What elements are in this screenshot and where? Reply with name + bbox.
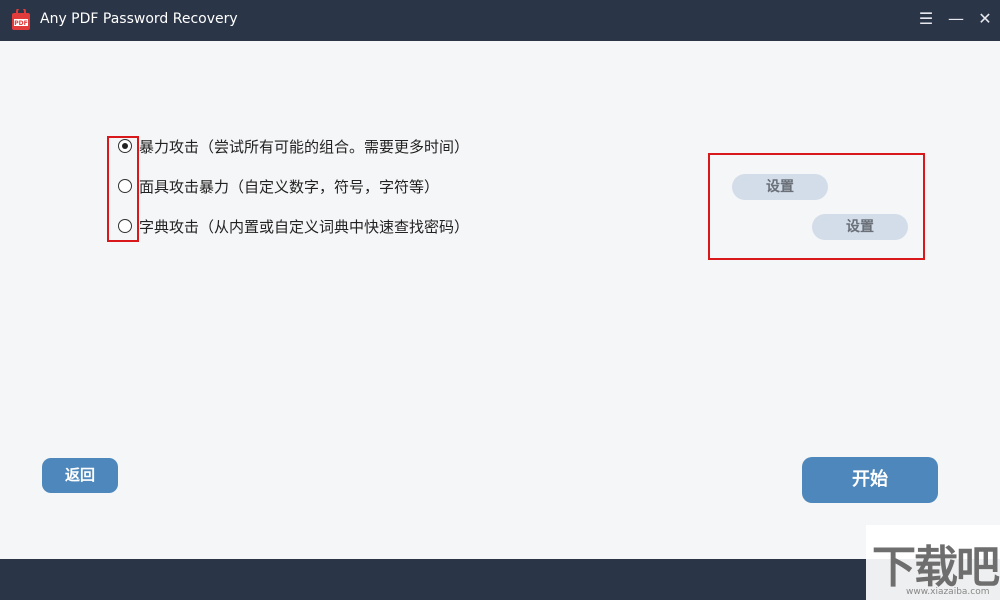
watermark: 下载吧 www.xiazaiba.com [866, 525, 1000, 600]
window-title: Any PDF Password Recovery [40, 11, 238, 27]
start-button[interactable]: 开始 [802, 457, 938, 503]
radio-highlight-box [107, 136, 139, 242]
option-dictionary-attack-label[interactable]: 字典攻击（从内置或自定义词典中快速查找密码） [139, 216, 469, 237]
option-mask-attack[interactable]: 面具攻击暴力（自定义数字，符号，字符等） [118, 174, 439, 198]
minimize-icon[interactable]: — [944, 8, 968, 32]
pdf-lock-icon: PDF [12, 9, 30, 30]
option-mask-attack-label[interactable]: 面具攻击暴力（自定义数字，符号，字符等） [139, 176, 439, 197]
mask-settings-button[interactable]: 设置 [732, 174, 828, 200]
watermark-sub: www.xiazaiba.com [906, 587, 990, 597]
settings-highlight-box [708, 153, 925, 260]
watermark-main: 下载吧 [872, 542, 1000, 593]
main-content: 暴力攻击（尝试所有可能的组合。需要更多时间） 面具攻击暴力（自定义数字，符号，字… [0, 41, 1000, 559]
footer-bar [0, 559, 1000, 600]
app-icon-label: PDF [14, 20, 27, 27]
back-button[interactable]: 返回 [42, 458, 118, 493]
option-brute-force[interactable]: 暴力攻击（尝试所有可能的组合。需要更多时间） [118, 134, 469, 158]
option-dictionary-attack[interactable]: 字典攻击（从内置或自定义词典中快速查找密码） [118, 214, 469, 238]
close-icon[interactable]: ✕ [973, 8, 997, 32]
menu-icon[interactable]: ☰ [914, 8, 938, 32]
option-brute-force-label[interactable]: 暴力攻击（尝试所有可能的组合。需要更多时间） [139, 136, 469, 157]
title-bar: PDF Any PDF Password Recovery ☰ — ✕ [0, 0, 1000, 41]
dictionary-settings-button[interactable]: 设置 [812, 214, 908, 240]
